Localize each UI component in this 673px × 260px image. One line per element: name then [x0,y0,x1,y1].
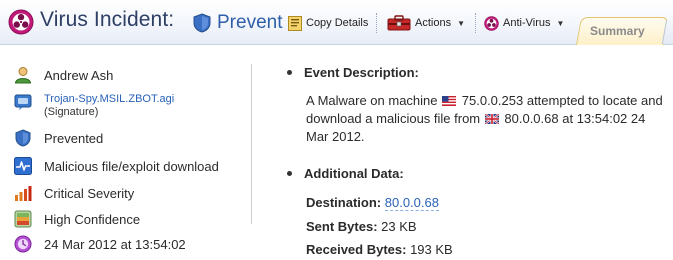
timestamp-text: 24 Mar 2012 at 13:54:02 [44,236,186,252]
dest-ip: 80.0.0.68 [504,111,559,126]
signature-block: Trojan-Spy.MSIL.ZBOT.agi (Signature) [44,93,174,119]
action-text: Prevented [44,130,104,146]
antivirus-menu-button[interactable]: Anti-Virus ▼ [484,12,564,34]
received-bytes-value: 193 KB [410,242,453,257]
detail-action: Prevented [14,129,103,147]
uk-flag-icon [484,114,499,124]
incident-header: Virus Incident: Prevent Copy Details Act… [0,0,673,45]
antivirus-label: Anti-Virus [503,17,551,29]
actions-label: Actions [415,17,452,29]
event-description-text: A Malware on machine 75.0.0.253 attempte… [306,92,670,146]
tab-summary-label[interactable]: Summary [590,24,645,38]
toolbar-separator [475,13,477,33]
detail-type: Malicious file/exploit download [14,157,219,175]
status-label: Prevent [217,12,283,33]
chevron-down-icon: ▼ [457,18,465,28]
sent-bytes-value: 23 KB [381,219,417,234]
sent-bytes-row: Sent Bytes: 23 KB [306,219,417,234]
event-text-part1: A Malware on machine [306,93,438,108]
toolbar-separator [376,13,378,33]
page-title: Virus Incident: [40,8,175,31]
destination-link[interactable]: 80.0.0.68 [384,195,439,211]
shield-icon [193,13,211,33]
destination-row: Destination: 80.0.0.68 [306,195,439,211]
detail-user: Andrew Ash [14,66,113,84]
source-ip: 75.0.0.253 [461,93,524,108]
chevron-down-icon: ▼ [556,18,565,28]
signature-icon [14,94,32,110]
user-name: Andrew Ash [44,67,114,83]
bullet-icon [287,70,292,75]
copy-details-icon [288,15,302,31]
destination-label: Destination: [306,195,382,210]
pulse-icon [14,157,32,175]
event-description-heading: Event Description: [304,65,419,80]
confidence-text: High Confidence [44,211,141,227]
copy-details-button[interactable]: Copy Details [288,12,368,34]
detail-timestamp: 24 Mar 2012 at 13:54:02 [14,235,186,253]
biohazard-icon [484,15,499,31]
clock-icon [14,235,32,253]
type-text: Malicious file/exploit download [44,158,219,174]
received-bytes-row: Received Bytes: 193 KB [306,242,453,257]
user-icon [14,67,32,84]
biohazard-icon [8,9,34,35]
bullet-icon [287,171,292,176]
received-bytes-label: Received Bytes: [306,242,407,257]
toolbox-icon [387,15,411,31]
severity-text: Critical Severity [44,185,135,201]
copy-details-label: Copy Details [306,17,369,29]
confidence-icon [14,210,32,228]
additional-data-heading: Additional Data: [304,166,404,181]
actions-menu-button[interactable]: Actions ▼ [387,12,465,34]
signal-bars-icon [15,186,32,201]
detail-confidence: High Confidence [14,210,140,228]
sent-bytes-label: Sent Bytes: [306,219,378,234]
signature-link[interactable]: Trojan-Spy.MSIL.ZBOT.agi [44,93,174,106]
us-flag-icon [442,96,457,106]
status-prevent: Prevent [193,10,282,36]
detail-severity: Critical Severity [14,184,134,202]
column-divider [251,64,252,224]
signature-sublabel: (Signature) [44,106,99,118]
shield-icon [15,129,31,147]
